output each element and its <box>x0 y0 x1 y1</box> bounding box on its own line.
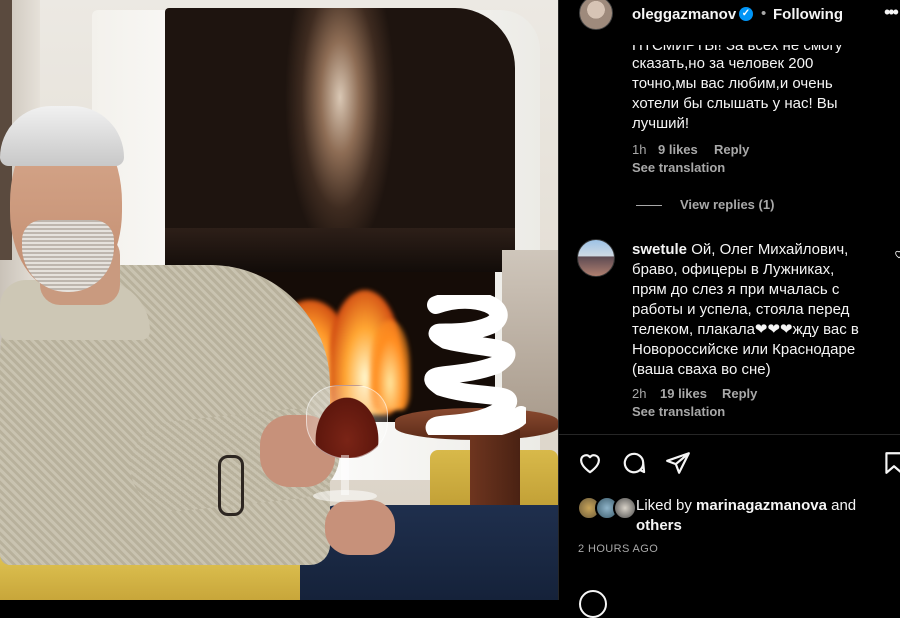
section-divider <box>559 434 900 435</box>
reply-button[interactable]: Reply <box>714 142 749 157</box>
avatar <box>613 496 637 520</box>
see-translation-link[interactable]: See translation <box>632 160 725 175</box>
like-heart-icon[interactable] <box>577 450 603 476</box>
liked-by-prefix: Liked by <box>636 497 692 514</box>
comment-timestamp: 2h <box>632 386 647 401</box>
hand <box>325 500 395 555</box>
emoji-icon[interactable] <box>579 590 607 618</box>
comment-text-line: прям до слез я при мчалась с <box>632 281 840 298</box>
comment-text-line: браво, офицеры в Лужниках, <box>632 261 835 278</box>
liked-by-and: and <box>831 497 857 514</box>
avatar[interactable] <box>577 239 615 277</box>
reply-button[interactable]: Reply <box>722 386 757 401</box>
white-scribble-overlay <box>424 295 526 435</box>
comment-text-line: Ой, Олег Михайлович, <box>691 241 849 258</box>
comment-like-heart-icon[interactable] <box>894 249 900 259</box>
comment-likes-count[interactable]: 19 likes <box>660 386 707 401</box>
comment-text-line: (ваша сваха во сне) <box>632 361 771 378</box>
comment-text-line: точно,мы вас любим,и очень <box>632 75 833 92</box>
post-photo[interactable] <box>0 0 558 600</box>
cognac-glass <box>306 385 388 459</box>
glass-stem <box>341 455 349 495</box>
comment-username[interactable]: swetule <box>632 241 687 258</box>
comment-text-line: лучший! <box>632 115 690 132</box>
comment-text-line: сказать,но за человек 200 <box>632 55 814 72</box>
post-timestamp: 2 HOURS AGO <box>578 543 659 555</box>
comment-timestamp: 1h <box>632 142 647 157</box>
comment-text-line: телеком, плакала❤❤❤жду вас в <box>632 321 859 338</box>
paper-plane-icon[interactable] <box>665 450 691 476</box>
fireplace-hood <box>165 8 515 263</box>
comments-panel: oleggazmanov ✓ • Following ••• ПТСМИРТЫ!… <box>558 0 900 618</box>
post-author-username[interactable]: oleggazmanov <box>632 6 736 23</box>
view-replies-button[interactable]: View replies (1) <box>680 197 774 212</box>
liked-by-username[interactable]: marinagazmanova <box>696 497 827 514</box>
comment-first-line: swetule Ой, Олег Михайлович, <box>632 240 848 260</box>
post-header: oleggazmanov ✓ • Following ••• <box>559 0 900 30</box>
liked-by-text: Liked by marinagazmanova and others <box>636 496 886 536</box>
comment-text-line: хотели бы слышать у нас! Вы <box>632 95 838 112</box>
comment-likes-count[interactable]: 9 likes <box>658 142 698 157</box>
replies-divider <box>636 205 662 206</box>
avatar[interactable] <box>579 0 613 30</box>
bracelet <box>218 455 244 516</box>
comment-text-line: работы и успела, стояла перед <box>632 301 850 318</box>
verified-badge-icon: ✓ <box>739 7 753 21</box>
more-options-icon[interactable]: ••• <box>884 2 899 23</box>
glass-base <box>313 490 377 502</box>
following-button[interactable]: Following <box>773 6 843 23</box>
comment-text-line: Новороссийске или Краснодаре <box>632 341 856 358</box>
comment-bubble-icon[interactable] <box>621 450 647 476</box>
see-translation-link[interactable]: See translation <box>632 404 725 419</box>
header-separator: • <box>761 5 767 22</box>
bookmark-icon[interactable] <box>881 450 900 476</box>
liked-by-others[interactable]: others <box>636 517 682 534</box>
comment-text-line: ПТСМИРТЫ! За всех не смогу <box>632 37 843 54</box>
